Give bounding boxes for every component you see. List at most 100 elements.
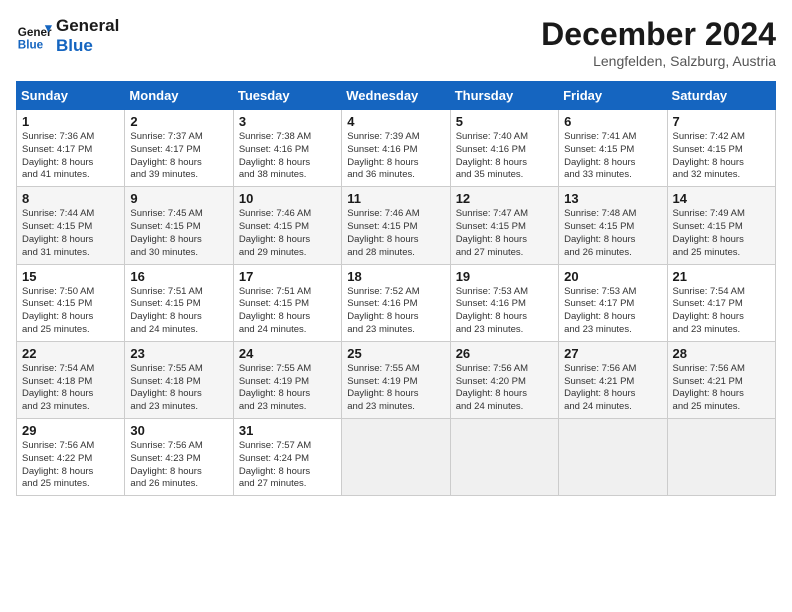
day-number: 13 — [564, 191, 661, 206]
location-subtitle: Lengfelden, Salzburg, Austria — [541, 53, 776, 69]
logo-line1: General — [56, 16, 119, 36]
calendar-cell: 10 Sunrise: 7:46 AM Sunset: 4:15 PM Dayli… — [233, 187, 341, 264]
day-number: 18 — [347, 269, 444, 284]
day-info: Sunrise: 7:56 AM Sunset: 4:21 PM Dayligh… — [564, 363, 661, 414]
calendar-cell — [342, 419, 450, 496]
day-number: 16 — [130, 269, 227, 284]
day-number: 28 — [673, 346, 770, 361]
calendar-cell: 15Sunrise: 7:50 AM Sunset: 4:15 PM Dayli… — [17, 264, 125, 341]
day-info: Sunrise: 7:49 AM Sunset: 4:15 PM Dayligh… — [673, 208, 770, 259]
header-thursday: Thursday — [450, 82, 558, 110]
day-number: 31 — [239, 423, 336, 438]
header-row: SundayMondayTuesdayWednesdayThursdayFrid… — [17, 82, 776, 110]
logo-line2: Blue — [56, 36, 119, 56]
day-info: Sunrise: 7:56 AM Sunset: 4:21 PM Dayligh… — [673, 363, 770, 414]
month-title: December 2024 — [541, 16, 776, 53]
day-number: 5 — [456, 114, 553, 129]
calendar-cell: 2 Sunrise: 7:37 AM Sunset: 4:17 PM Daylig… — [125, 110, 233, 187]
calendar-cell: 20 Sunrise: 7:53 AM Sunset: 4:17 PM Dayli… — [559, 264, 667, 341]
day-number: 23 — [130, 346, 227, 361]
calendar-cell: 21Sunrise: 7:54 AM Sunset: 4:17 PM Dayli… — [667, 264, 775, 341]
logo-icon: General Blue — [16, 18, 52, 54]
day-info: Sunrise: 7:56 AM Sunset: 4:22 PM Dayligh… — [22, 440, 119, 491]
day-info: Sunrise: 7:53 AM Sunset: 4:17 PM Dayligh… — [564, 286, 661, 337]
day-info: Sunrise: 7:51 AM Sunset: 4:15 PM Dayligh… — [130, 286, 227, 337]
calendar-cell: 30 Sunrise: 7:56 AM Sunset: 4:23 PM Dayli… — [125, 419, 233, 496]
header-sunday: Sunday — [17, 82, 125, 110]
calendar-cell: 3Sunrise: 7:38 AM Sunset: 4:16 PM Daylig… — [233, 110, 341, 187]
calendar-cell: 8 Sunrise: 7:44 AM Sunset: 4:15 PM Daylig… — [17, 187, 125, 264]
day-number: 10 — [239, 191, 336, 206]
calendar-cell: 11 Sunrise: 7:46 AM Sunset: 4:15 PM Dayli… — [342, 187, 450, 264]
header-monday: Monday — [125, 82, 233, 110]
calendar-cell: 29Sunrise: 7:56 AM Sunset: 4:22 PM Dayli… — [17, 419, 125, 496]
week-row-5: 29Sunrise: 7:56 AM Sunset: 4:22 PM Dayli… — [17, 419, 776, 496]
day-info: Sunrise: 7:47 AM Sunset: 4:15 PM Dayligh… — [456, 208, 553, 259]
day-info: Sunrise: 7:42 AM Sunset: 4:15 PM Dayligh… — [673, 131, 770, 182]
week-row-2: 8 Sunrise: 7:44 AM Sunset: 4:15 PM Daylig… — [17, 187, 776, 264]
day-info: Sunrise: 7:56 AM Sunset: 4:23 PM Dayligh… — [130, 440, 227, 491]
calendar-cell: 18 Sunrise: 7:52 AM Sunset: 4:16 PM Dayli… — [342, 264, 450, 341]
week-row-4: 22Sunrise: 7:54 AM Sunset: 4:18 PM Dayli… — [17, 341, 776, 418]
week-row-3: 15Sunrise: 7:50 AM Sunset: 4:15 PM Dayli… — [17, 264, 776, 341]
day-number: 14 — [673, 191, 770, 206]
day-number: 9 — [130, 191, 227, 206]
calendar-cell: 23Sunrise: 7:55 AM Sunset: 4:18 PM Dayli… — [125, 341, 233, 418]
week-row-1: 1 Sunrise: 7:36 AM Sunset: 4:17 PM Daylig… — [17, 110, 776, 187]
day-number: 11 — [347, 191, 444, 206]
svg-text:Blue: Blue — [18, 39, 44, 52]
day-info: Sunrise: 7:51 AM Sunset: 4:15 PM Dayligh… — [239, 286, 336, 337]
day-number: 12 — [456, 191, 553, 206]
day-number: 19 — [456, 269, 553, 284]
header-saturday: Saturday — [667, 82, 775, 110]
calendar-cell: 31 Sunrise: 7:57 AM Sunset: 4:24 PM Dayli… — [233, 419, 341, 496]
day-number: 8 — [22, 191, 119, 206]
calendar-cell: 4Sunrise: 7:39 AM Sunset: 4:16 PM Daylig… — [342, 110, 450, 187]
day-number: 2 — [130, 114, 227, 129]
header-tuesday: Tuesday — [233, 82, 341, 110]
day-info: Sunrise: 7:55 AM Sunset: 4:19 PM Dayligh… — [347, 363, 444, 414]
day-number: 30 — [130, 423, 227, 438]
page-header: General Blue General Blue December 2024 … — [16, 16, 776, 69]
calendar-cell: 25 Sunrise: 7:55 AM Sunset: 4:19 PM Dayli… — [342, 341, 450, 418]
calendar-cell: 9Sunrise: 7:45 AM Sunset: 4:15 PM Daylig… — [125, 187, 233, 264]
day-number: 21 — [673, 269, 770, 284]
calendar-cell: 24Sunrise: 7:55 AM Sunset: 4:19 PM Dayli… — [233, 341, 341, 418]
day-number: 15 — [22, 269, 119, 284]
day-number: 1 — [22, 114, 119, 129]
day-number: 7 — [673, 114, 770, 129]
day-info: Sunrise: 7:52 AM Sunset: 4:16 PM Dayligh… — [347, 286, 444, 337]
header-friday: Friday — [559, 82, 667, 110]
calendar-cell: 5 Sunrise: 7:40 AM Sunset: 4:16 PM Daylig… — [450, 110, 558, 187]
day-number: 6 — [564, 114, 661, 129]
day-info: Sunrise: 7:53 AM Sunset: 4:16 PM Dayligh… — [456, 286, 553, 337]
calendar-cell: 26Sunrise: 7:56 AM Sunset: 4:20 PM Dayli… — [450, 341, 558, 418]
day-number: 26 — [456, 346, 553, 361]
day-info: Sunrise: 7:41 AM Sunset: 4:15 PM Dayligh… — [564, 131, 661, 182]
day-info: Sunrise: 7:44 AM Sunset: 4:15 PM Dayligh… — [22, 208, 119, 259]
title-block: December 2024 Lengfelden, Salzburg, Aust… — [541, 16, 776, 69]
calendar-cell: 27Sunrise: 7:56 AM Sunset: 4:21 PM Dayli… — [559, 341, 667, 418]
calendar-cell: 12 Sunrise: 7:47 AM Sunset: 4:15 PM Dayli… — [450, 187, 558, 264]
calendar-cell — [667, 419, 775, 496]
calendar-cell: 1 Sunrise: 7:36 AM Sunset: 4:17 PM Daylig… — [17, 110, 125, 187]
day-number: 20 — [564, 269, 661, 284]
day-number: 4 — [347, 114, 444, 129]
day-info: Sunrise: 7:55 AM Sunset: 4:19 PM Dayligh… — [239, 363, 336, 414]
day-info: Sunrise: 7:54 AM Sunset: 4:18 PM Dayligh… — [22, 363, 119, 414]
calendar-cell: 19 Sunrise: 7:53 AM Sunset: 4:16 PM Dayli… — [450, 264, 558, 341]
calendar-cell — [559, 419, 667, 496]
day-info: Sunrise: 7:38 AM Sunset: 4:16 PM Dayligh… — [239, 131, 336, 182]
day-number: 25 — [347, 346, 444, 361]
day-info: Sunrise: 7:57 AM Sunset: 4:24 PM Dayligh… — [239, 440, 336, 491]
calendar-cell: 14 Sunrise: 7:49 AM Sunset: 4:15 PM Dayli… — [667, 187, 775, 264]
day-info: Sunrise: 7:46 AM Sunset: 4:15 PM Dayligh… — [347, 208, 444, 259]
calendar-cell: 7 Sunrise: 7:42 AM Sunset: 4:15 PM Daylig… — [667, 110, 775, 187]
day-info: Sunrise: 7:37 AM Sunset: 4:17 PM Dayligh… — [130, 131, 227, 182]
day-info: Sunrise: 7:46 AM Sunset: 4:15 PM Dayligh… — [239, 208, 336, 259]
day-info: Sunrise: 7:40 AM Sunset: 4:16 PM Dayligh… — [456, 131, 553, 182]
day-number: 17 — [239, 269, 336, 284]
calendar-cell: 13Sunrise: 7:48 AM Sunset: 4:15 PM Dayli… — [559, 187, 667, 264]
calendar-cell: 17 Sunrise: 7:51 AM Sunset: 4:15 PM Dayli… — [233, 264, 341, 341]
day-info: Sunrise: 7:36 AM Sunset: 4:17 PM Dayligh… — [22, 131, 119, 182]
